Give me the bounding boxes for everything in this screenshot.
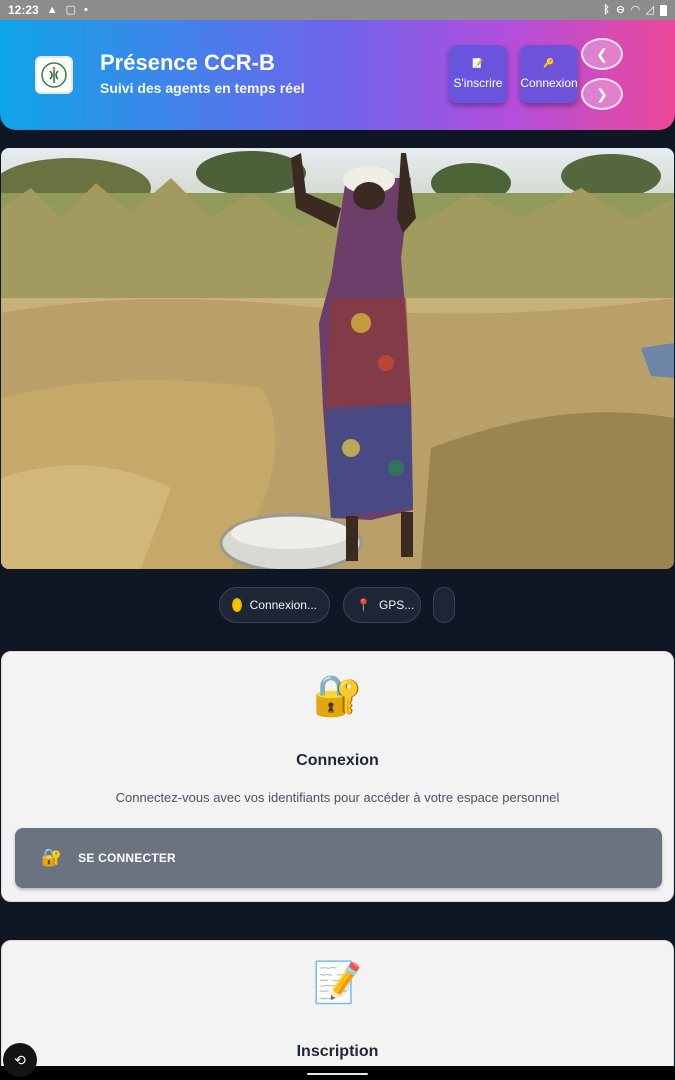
chevron-right-icon: ❯ [596, 85, 608, 102]
signup-card: 📝 Inscription [1, 940, 674, 1080]
connection-status-pill: Connexion... [219, 587, 330, 623]
dot-icon: • [84, 3, 88, 16]
warning-icon: ▲ [46, 3, 58, 16]
previous-slide-button[interactable]: ❮ [581, 38, 623, 70]
login-card-title: Connexion [296, 752, 379, 769]
square-icon: ▢ [65, 3, 76, 16]
gps-status-text: GPS... [378, 598, 415, 612]
status-dot-icon [232, 598, 242, 612]
chevron-left-icon: ❮ [596, 45, 608, 62]
signup-card-title: Inscription [296, 1043, 379, 1060]
rotate-screen-icon[interactable]: ⟲ [3, 1043, 37, 1077]
connect-button-label: SE CONNECTER [78, 851, 176, 865]
memo-icon: 📝 [312, 961, 363, 1005]
hero-carousel-image [1, 148, 674, 569]
wifi-icon: ◠ [631, 3, 640, 16]
signup-header-button[interactable]: 📝 S'inscrire [449, 45, 507, 103]
clock: 12:23 [8, 3, 39, 17]
app-title: Présence CCR-B [100, 50, 275, 75]
signal-icon: ◿ [645, 3, 654, 16]
battery-icon [660, 4, 667, 16]
memo-icon: 📝 [472, 57, 484, 68]
signup-header-label: S'inscrire [453, 75, 503, 90]
empty-status-pill [433, 587, 455, 623]
status-bar: 12:23 ▲ ▢ • ᛒ ⊖ ◠ ◿ [0, 0, 675, 20]
lock-key-icon: 🔐 [41, 848, 63, 867]
login-header-button[interactable]: 🔑 Connexion [520, 45, 578, 103]
next-slide-button[interactable]: ❯ [581, 78, 623, 110]
bluetooth-icon: ᛒ [603, 3, 610, 16]
dnd-icon: ⊖ [615, 3, 626, 16]
connect-button[interactable]: 🔐 SE CONNECTER [15, 828, 662, 888]
home-handle[interactable] [307, 1073, 368, 1075]
login-card: 🔐 Connexion Connectez-vous avec vos iden… [1, 651, 674, 902]
gps-status-pill: 📍 GPS... [343, 587, 421, 623]
key-icon: 🔑 [543, 57, 555, 68]
login-card-description: Connectez-vous avec vos identifiants pou… [115, 790, 560, 805]
login-header-label: Connexion [520, 75, 578, 90]
app-header: Présence CCR-B Suivi des agents en temps… [0, 20, 675, 130]
app-subtitle: Suivi des agents en temps réel [100, 80, 305, 96]
farm-woman-winnowing-photo [1, 148, 674, 569]
lock-with-key-icon: 🔐 [312, 674, 363, 718]
pin-icon: 📍 [356, 598, 371, 612]
app-logo [35, 56, 73, 94]
logo-emblem-icon [41, 62, 67, 88]
connection-status-text: Connexion... [249, 598, 317, 612]
